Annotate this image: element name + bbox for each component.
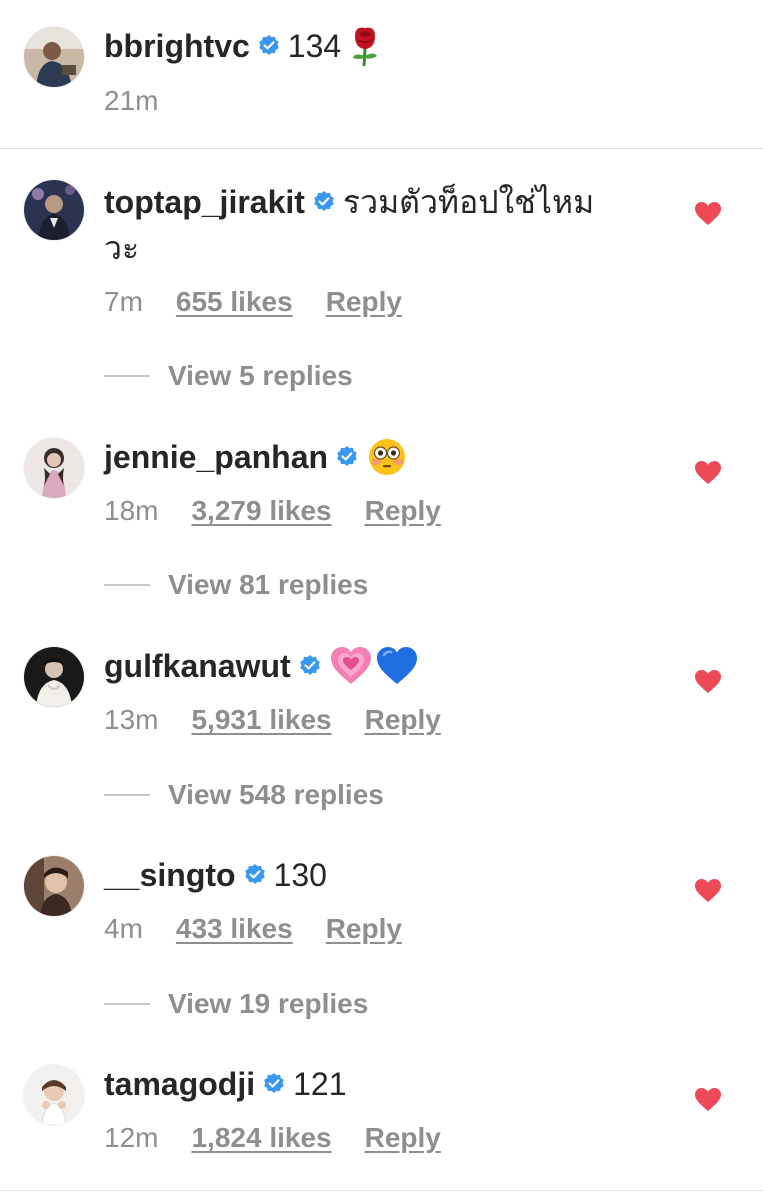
view-replies-label: View 548 replies [168,779,384,810]
divider-dash [104,1003,150,1005]
verified-badge-icon [263,1073,285,1095]
caption-text: 134 [287,28,342,64]
like-heart-icon[interactable] [695,879,721,903]
comment-timestamp: 12m [104,1122,159,1153]
username-link[interactable]: toptap_jirakit [104,182,305,222]
username-link[interactable]: __singto [104,855,236,895]
avatar[interactable] [24,647,84,707]
likes-count-link[interactable]: 655 likes [176,285,293,319]
likes-count-link[interactable]: 1,824 likes [191,1121,331,1155]
avatar[interactable] [24,180,84,240]
comment-line: gulfkanawut [104,646,417,686]
avatar[interactable] [24,1065,84,1125]
comment-line: __singto 130 [104,855,327,895]
view-replies-button[interactable]: View 5 replies [104,360,353,392]
caption-timestamp: 21m [104,85,159,116]
comment-timestamp: 7m [104,286,143,317]
comment-text: รวมตัวท็อปใช่ไหม [342,184,595,220]
comment-meta: 13m 5,931 likes Reply [104,703,441,737]
username-link[interactable]: tamagodji [104,1064,255,1104]
reply-button[interactable]: Reply [326,285,402,319]
comment-timestamp: 4m [104,913,143,944]
view-replies-label: View 81 replies [168,569,369,600]
reply-button[interactable]: Reply [365,494,441,528]
comment-text-continued: วะ [104,230,140,266]
comment-meta: 12m 1,824 likes Reply [104,1121,441,1155]
view-replies-button[interactable]: View 19 replies [104,988,368,1020]
username-link[interactable]: gulfkanawut [104,646,291,686]
verified-badge-icon [299,655,321,677]
avatar[interactable] [24,438,84,498]
comment-meta: 7m 655 likes Reply [104,285,402,319]
username-link[interactable]: bbrightvc [104,26,250,66]
likes-count-link[interactable]: 3,279 likes [191,494,331,528]
like-heart-icon[interactable] [695,202,721,226]
post-caption: bbrightvc 134 21m [0,0,763,149]
username-link[interactable]: jennie_panhan [104,437,328,477]
verified-badge-icon [336,446,358,468]
divider-dash [104,375,150,377]
like-heart-icon[interactable] [695,670,721,694]
comment-text: 130 [273,857,327,893]
verified-badge-icon [313,191,335,213]
comment-timestamp: 13m [104,704,159,735]
avatar[interactable] [24,27,84,87]
comment-text: 121 [293,1066,347,1102]
avatar[interactable] [24,856,84,916]
divider-dash [104,794,150,796]
rose-emoji-icon [347,26,383,66]
comment-line: toptap_jirakit รวมตัวท็อปใช่ไหม [104,182,594,222]
like-heart-icon[interactable] [695,461,721,485]
comment-meta: 18m 3,279 likes Reply [104,494,441,528]
like-heart-icon[interactable] [695,1088,721,1112]
likes-count-link[interactable]: 433 likes [176,912,293,946]
divider-dash [104,584,150,586]
comments-screen: bbrightvc 134 21m toptap_jirakit รวมตัวท… [0,0,763,1200]
likes-count-link[interactable]: 5,931 likes [191,703,331,737]
verified-badge-icon [258,35,280,57]
verified-badge-icon [244,864,266,886]
caption-line: bbrightvc 134 [104,26,383,66]
growing-heart-icon [330,647,371,685]
comment-line: jennie_panhan [104,437,406,477]
view-replies-label: View 5 replies [168,360,353,391]
reply-button[interactable]: Reply [326,912,402,946]
reply-button[interactable]: Reply [365,1121,441,1155]
view-replies-button[interactable]: View 548 replies [104,779,384,811]
reply-button[interactable]: Reply [365,703,441,737]
comment-line: tamagodji 121 [104,1064,347,1104]
view-replies-label: View 19 replies [168,988,369,1019]
blue-heart-icon [376,647,417,685]
comment-meta: 4m 433 likes Reply [104,912,402,946]
view-replies-button[interactable]: View 81 replies [104,569,368,601]
bottom-divider [0,1190,763,1191]
flushed-face-emoji-icon [368,438,406,476]
comment-timestamp: 18m [104,495,159,526]
